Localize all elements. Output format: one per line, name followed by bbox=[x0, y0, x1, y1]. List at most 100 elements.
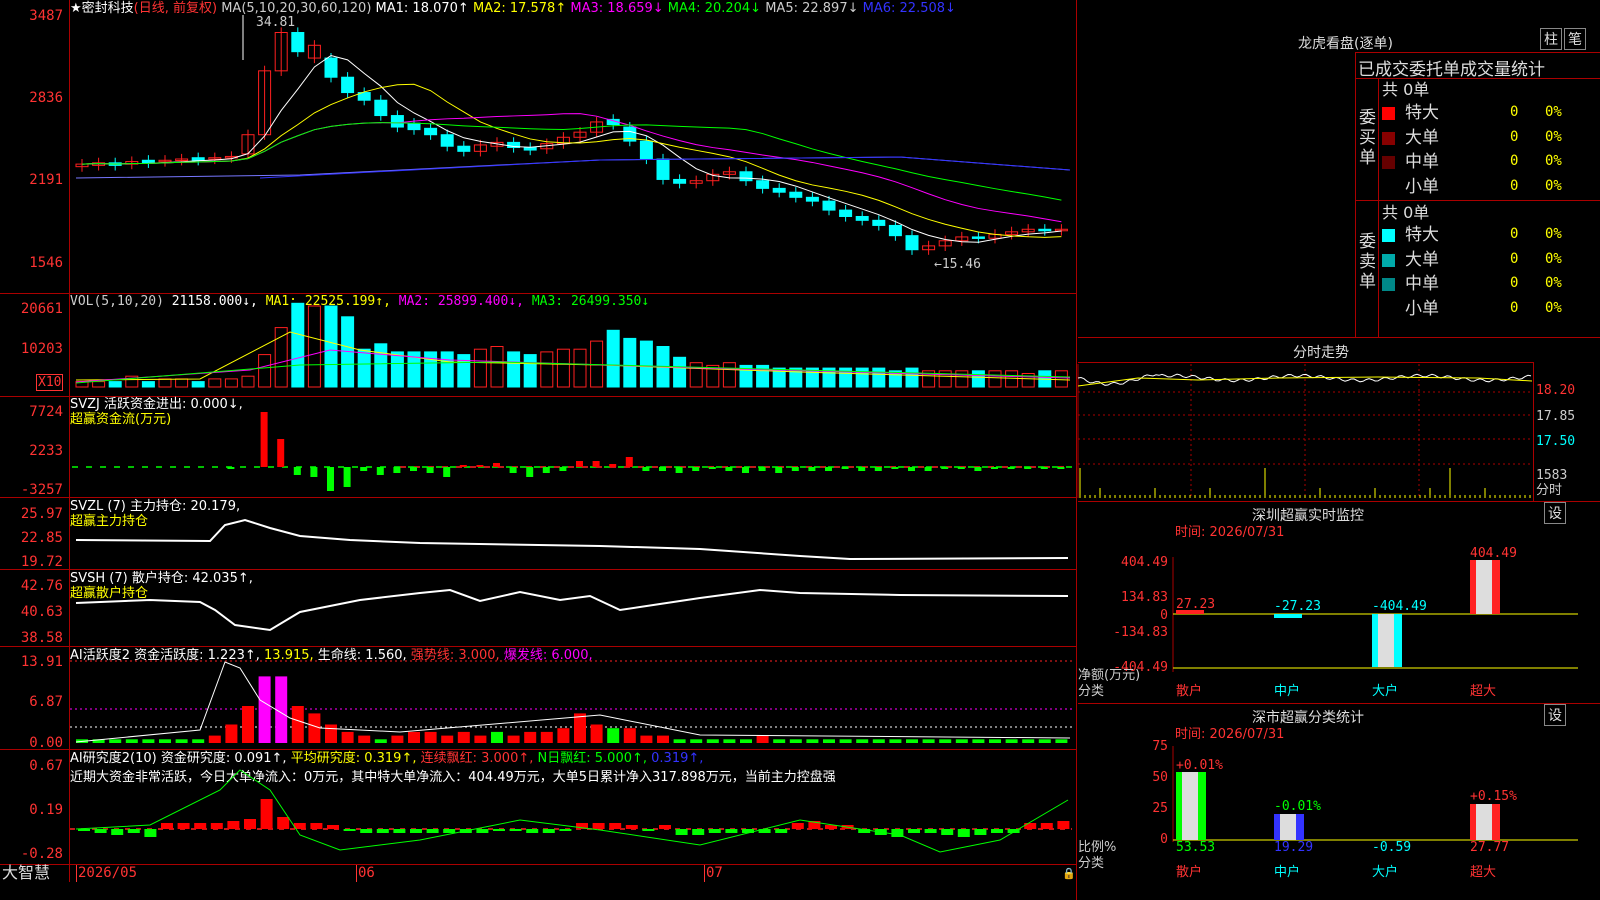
longhu-title: 龙虎看盘(逐单) bbox=[1298, 36, 1393, 52]
fundflow-bar bbox=[841, 467, 849, 469]
order-size-label: 大单 bbox=[1405, 127, 1439, 148]
research-bar bbox=[127, 829, 140, 833]
research-bar bbox=[1057, 821, 1070, 829]
fundflow-bar bbox=[260, 412, 268, 467]
fundflow-bar bbox=[708, 467, 716, 469]
volume-bar bbox=[722, 362, 736, 388]
volume-bar bbox=[224, 378, 238, 388]
activity-bar bbox=[856, 739, 869, 743]
volume-bar bbox=[955, 370, 969, 388]
order-row-buy-1: 大单 0 0% bbox=[1380, 127, 1600, 149]
volume-bar bbox=[357, 348, 371, 388]
intraday-panel[interactable]: 分时走势 18.20 17.85 17.50 1583 分时 bbox=[1077, 338, 1600, 502]
activity-bar bbox=[258, 676, 271, 743]
activity-bar bbox=[574, 713, 586, 743]
fundflow-bar bbox=[327, 467, 334, 491]
color-swatch bbox=[1382, 278, 1395, 291]
order-percent: 0% bbox=[1545, 226, 1562, 242]
volume-bar bbox=[523, 354, 537, 388]
candle-body bbox=[756, 180, 770, 189]
color-swatch bbox=[1382, 229, 1395, 242]
order-count: 0 bbox=[1510, 128, 1519, 145]
bar-mode-button[interactable]: 柱 bbox=[1540, 28, 1562, 50]
fundflow-bar bbox=[758, 467, 766, 471]
activity-bar bbox=[474, 735, 487, 743]
order-count: 0 bbox=[1510, 226, 1519, 242]
intraday-tick: 18.20 bbox=[1536, 383, 1576, 398]
fundflow-bar bbox=[376, 467, 384, 475]
order-percent: 0% bbox=[1545, 104, 1562, 120]
sz-class-panel: 深市超赢分类统计 设 时间: 2026/07/31 75 50 25 0 比例%… bbox=[1078, 704, 1600, 900]
fundflow-bar bbox=[625, 457, 633, 467]
activity-line bbox=[75, 661, 1071, 743]
candle-body bbox=[673, 178, 687, 184]
intraday-chart[interactable] bbox=[1077, 338, 1534, 502]
fundflow-bar bbox=[725, 467, 733, 471]
activity-bar bbox=[723, 739, 736, 743]
intraday-tick: 分时 bbox=[1536, 483, 1563, 498]
research-bar bbox=[310, 823, 323, 829]
fundflow-bar bbox=[675, 467, 683, 473]
research-bar bbox=[692, 829, 705, 835]
kline-chart-canvas[interactable] bbox=[0, 0, 1077, 882]
fundflow-bar bbox=[974, 467, 982, 471]
activity-bar bbox=[540, 731, 553, 743]
activity-bar bbox=[457, 731, 470, 743]
fundflow-bar bbox=[775, 467, 783, 473]
research-bar bbox=[675, 829, 688, 835]
fundflow-bar bbox=[874, 467, 882, 471]
intraday-tick: 17.50 bbox=[1536, 434, 1576, 449]
volume-bar bbox=[1054, 370, 1068, 388]
volume-bar bbox=[872, 367, 886, 388]
research-bar bbox=[609, 823, 622, 829]
bar-retail bbox=[1176, 610, 1204, 614]
fundflow-bar bbox=[559, 467, 567, 471]
candle-body bbox=[424, 127, 438, 136]
fundflow-bar bbox=[825, 467, 832, 471]
research-bar bbox=[111, 829, 124, 835]
activity-bar bbox=[291, 706, 304, 743]
volume-bar bbox=[473, 348, 487, 388]
activity-bar bbox=[1005, 739, 1018, 743]
candle-body bbox=[789, 191, 803, 198]
candle-body bbox=[341, 76, 355, 94]
research-bar bbox=[343, 829, 356, 831]
activity-bar bbox=[125, 739, 138, 743]
order-size-label: 中单 bbox=[1405, 152, 1439, 172]
class-bar-medium-hl bbox=[1280, 814, 1296, 840]
order-count: 0 bbox=[1510, 153, 1519, 169]
order-percent: 0% bbox=[1545, 275, 1562, 291]
activity-bar bbox=[208, 735, 221, 743]
order-size-label: 小单 bbox=[1405, 298, 1439, 319]
activity-bar bbox=[408, 731, 420, 743]
fundflow-bar bbox=[692, 467, 700, 471]
activity-bar bbox=[839, 739, 852, 743]
fundflow-bar bbox=[808, 467, 816, 471]
activity-bar bbox=[325, 724, 337, 743]
research-bar bbox=[974, 829, 987, 835]
fundflow-bar bbox=[742, 467, 749, 473]
research-bar bbox=[542, 829, 555, 833]
research-bar bbox=[592, 823, 605, 829]
activity-bar bbox=[308, 713, 321, 743]
activity-bar bbox=[872, 739, 885, 743]
fundflow-bar bbox=[592, 461, 600, 467]
activity-bar bbox=[242, 706, 254, 743]
candle-body bbox=[872, 219, 886, 226]
volume-bar bbox=[507, 351, 521, 388]
order-size-label: 大单 bbox=[1405, 249, 1439, 270]
research-bar bbox=[1024, 823, 1037, 829]
order-count: 0 bbox=[1510, 275, 1519, 291]
volume-bar bbox=[374, 343, 388, 388]
activity-bar bbox=[374, 739, 387, 743]
research-bar bbox=[476, 829, 489, 833]
chart-area[interactable]: 3487 2836 2191 1546 20661 10203 X10 7724… bbox=[0, 0, 1077, 900]
order-size-label: 中单 bbox=[1405, 274, 1439, 294]
research-bar bbox=[277, 817, 290, 829]
candle-body bbox=[390, 115, 404, 128]
research-bar bbox=[210, 823, 223, 829]
activity-bar bbox=[607, 728, 620, 743]
research-bar bbox=[941, 829, 954, 835]
activity-bar bbox=[192, 739, 205, 743]
tick-mode-button[interactable]: 笔 bbox=[1564, 28, 1586, 50]
